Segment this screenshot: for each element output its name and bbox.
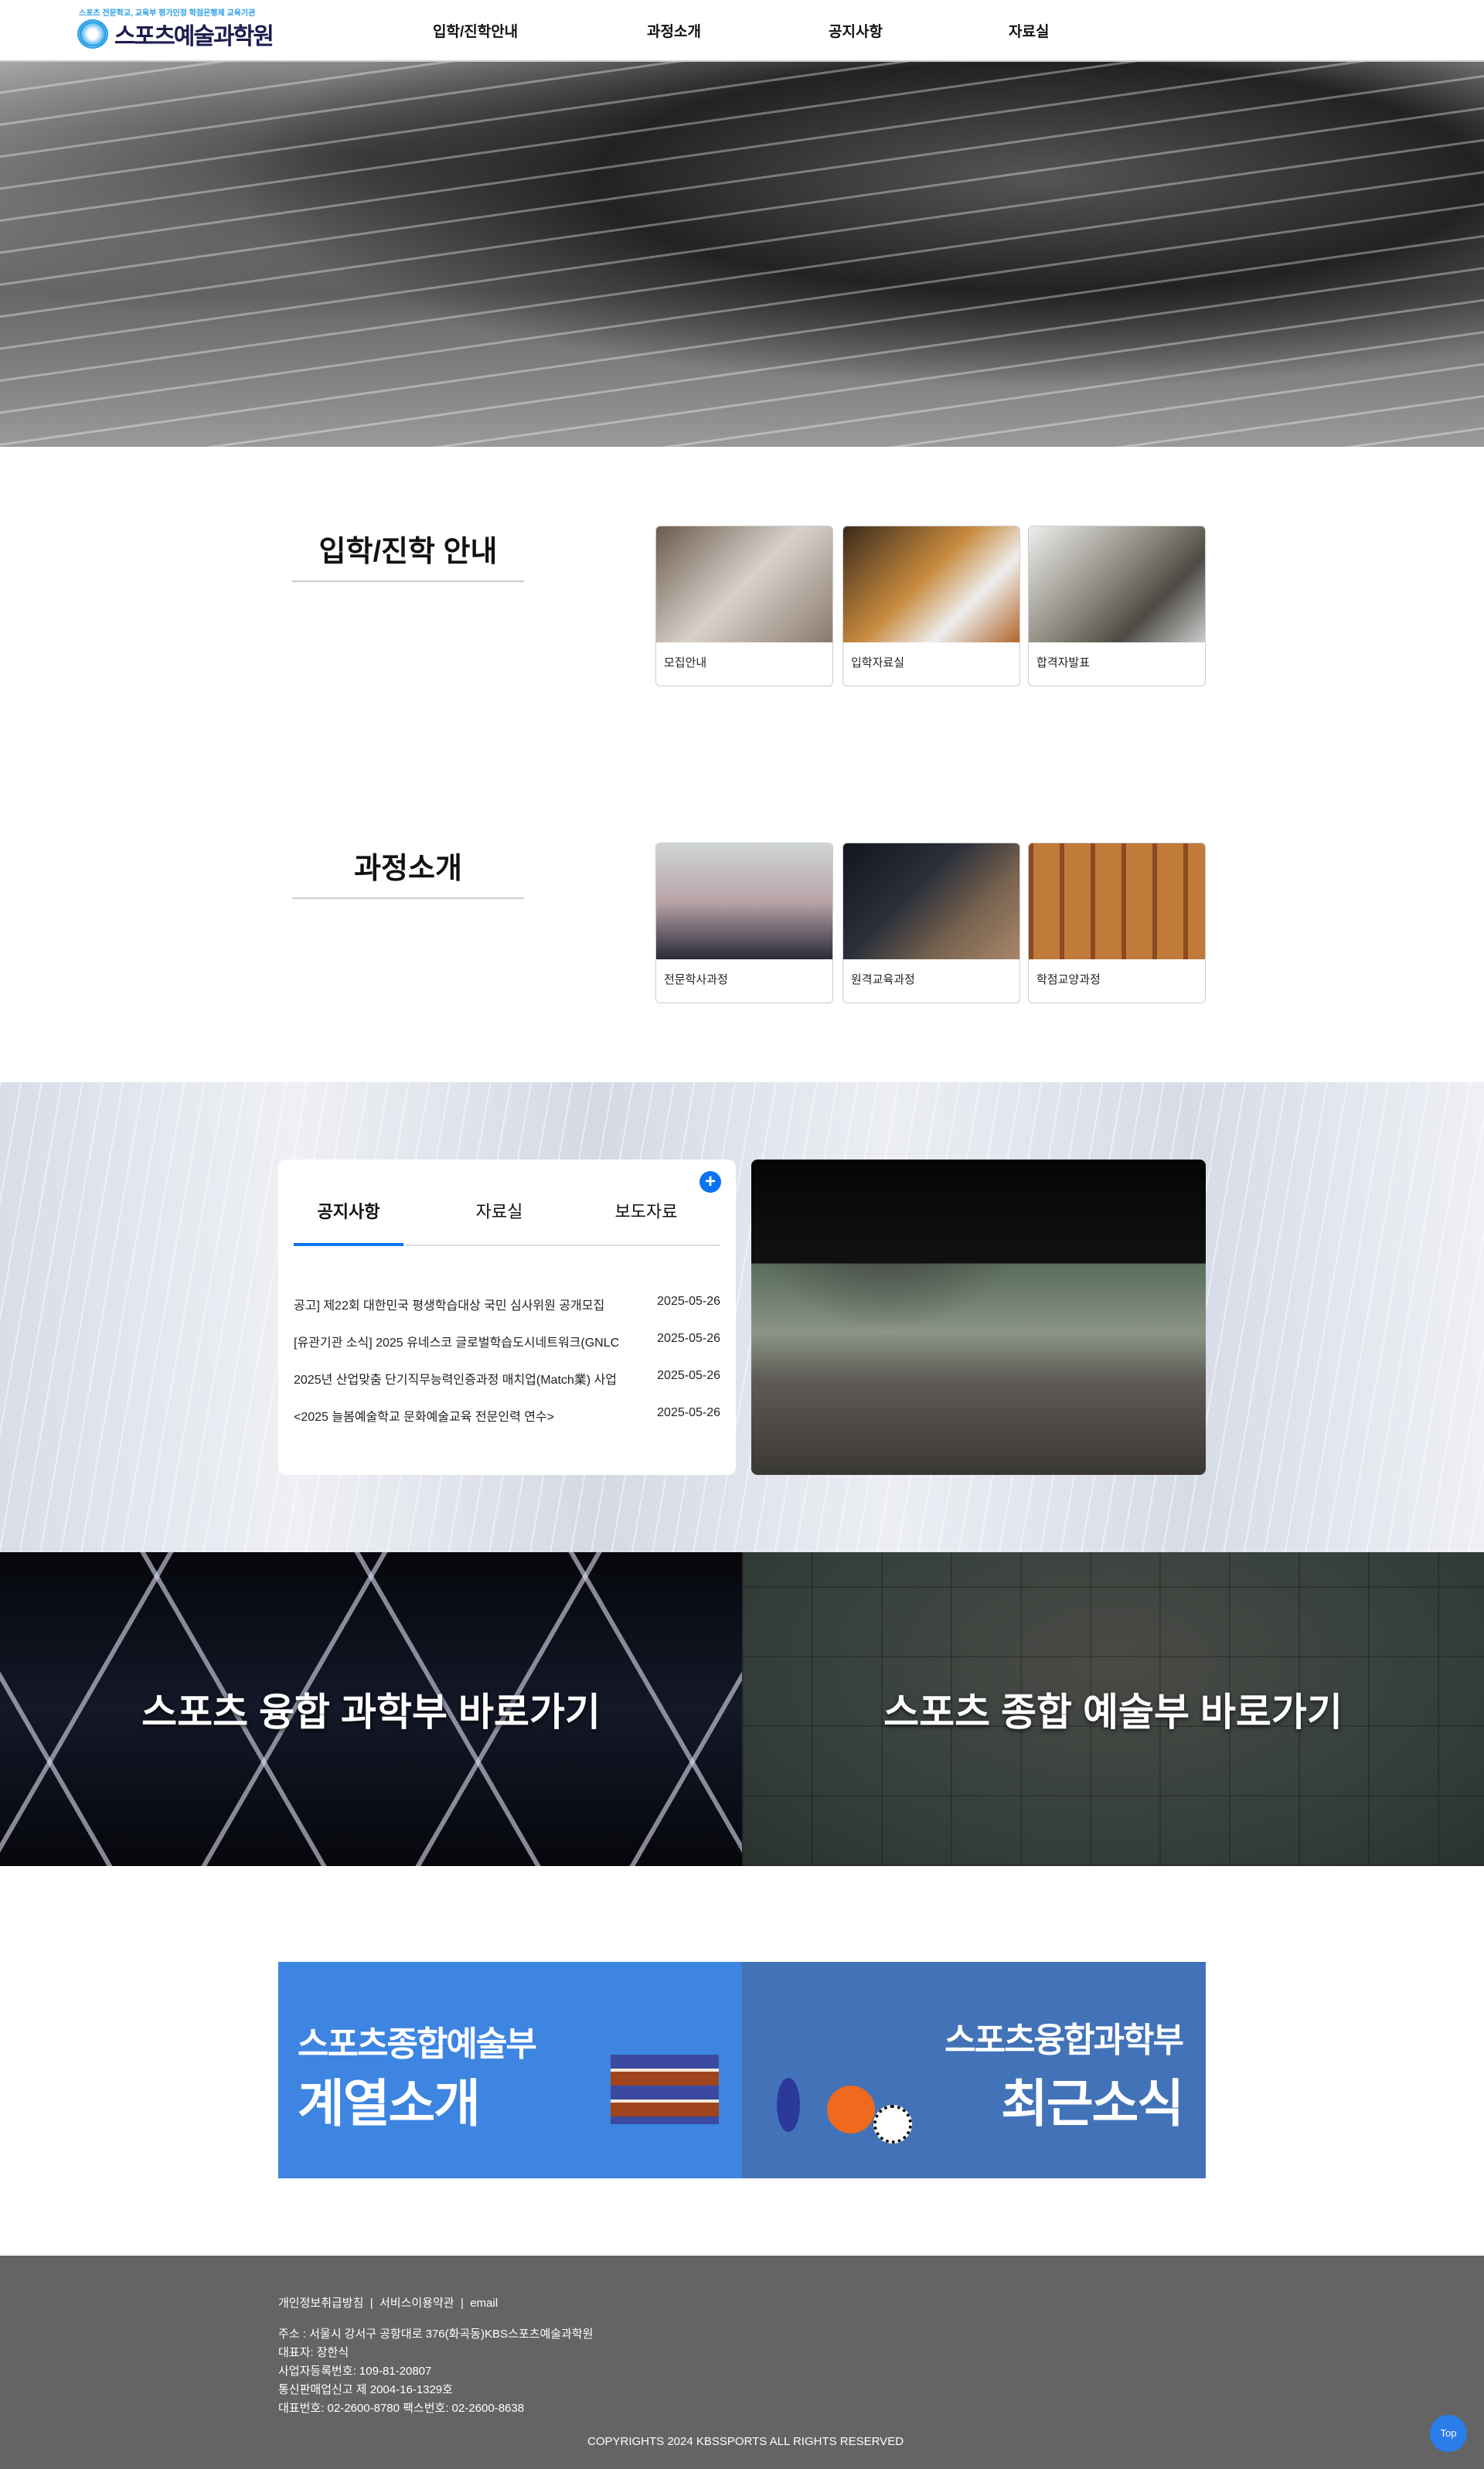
card-label: 합격자발표	[1036, 656, 1091, 669]
card-image	[1029, 526, 1205, 642]
books-illustration-icon	[611, 2055, 719, 2124]
courses-title: 과정소개	[292, 844, 524, 899]
notice-row[interactable]: [유관기관 소식] 2025 유네스코 글로벌학습도시네트워크(GNLC).. 2…	[294, 1332, 720, 1350]
shortcut-label: 스포츠 종합 예술부 바로가기	[883, 1691, 1343, 1734]
card-results[interactable]: 합격자발표	[1028, 526, 1206, 686]
promo-line2: 계열소개	[298, 2075, 481, 2132]
notice-date: 2025-05-26	[657, 1332, 720, 1345]
card-label: 전문학사과정	[664, 973, 728, 986]
admission-title: 입학/진학 안내	[292, 527, 524, 582]
card-label: 학점교양과정	[1036, 973, 1101, 986]
nav-notice[interactable]: 공지사항	[829, 20, 883, 41]
promo-line2: 최근소식	[1001, 2075, 1184, 2132]
more-plus-button[interactable]: +	[699, 1171, 721, 1193]
terms-link[interactable]: 서비스이용약관	[380, 2297, 454, 2310]
tab-press[interactable]: 보도자료	[591, 1198, 701, 1223]
science-dept-news-banner[interactable]: 스포츠융합과학부 최근소식	[742, 1962, 1206, 2178]
card-credit-courses[interactable]: 학점교양과정	[1028, 843, 1206, 1003]
card-label: 입학자료실	[851, 656, 905, 669]
logo-name: 스포츠예술과학원	[114, 24, 274, 49]
dumbbell-icon	[777, 2078, 800, 2132]
card-image	[1029, 843, 1205, 959]
logo-subtitle: 스포츠 전문학교, 교육부 평가인정 학점은행제 교육기관	[79, 9, 256, 18]
notice-title[interactable]: [유관기관 소식] 2025 유네스코 글로벌학습도시네트워크(GNLC)..	[294, 1332, 618, 1350]
notice-title[interactable]: 공고] 제22회 대한민국 평생학습대상 국민 심사위원 공개모집	[294, 1295, 604, 1313]
card-image	[843, 526, 1019, 642]
footer-phone: 대표번호: 02-2600-8780 팩스번호: 02-2600-8638	[278, 2402, 525, 2415]
shortcut-label: 스포츠 융합 과학부 바로가기	[141, 1691, 601, 1734]
notice-title[interactable]: 2025년 산업맞춤 단기직무능력인증과정 매치업(Match業) 사업 ..	[294, 1369, 618, 1388]
card-label: 원격교육과정	[851, 973, 915, 986]
footer-business-number: 사업자등록번호: 109-81-20807	[278, 2365, 432, 2378]
footer-address: 주소 : 서울시 강서구 공항대로 376(화곡동)KBS스포츠예술과학원	[278, 2328, 594, 2341]
nav-courses[interactable]: 과정소개	[647, 20, 701, 41]
site-header: 스포츠 전문학교, 교육부 평가인정 학점은행제 교육기관 스포츠예술과학원 입…	[0, 0, 1484, 62]
soccer-ball-icon	[873, 2105, 912, 2144]
dance-photo	[751, 1160, 1206, 1475]
basketball-icon	[827, 2086, 875, 2134]
card-image	[656, 843, 832, 959]
separator: |	[369, 2297, 373, 2310]
notice-date: 2025-05-26	[657, 1295, 720, 1308]
nav-archive[interactable]: 자료실	[1009, 20, 1049, 41]
science-dept-shortcut[interactable]: 스포츠 융합 과학부 바로가기	[0, 1552, 742, 1866]
promo-line1: 스포츠종합예술부	[298, 2025, 537, 2063]
arts-dept-shortcut[interactable]: 스포츠 종합 예술부 바로가기	[742, 1552, 1484, 1866]
logo[interactable]: 스포츠 전문학교, 교육부 평가인정 학점은행제 교육기관 스포츠예술과학원	[77, 6, 274, 53]
card-associate-degree[interactable]: 전문학사과정	[655, 843, 833, 1003]
notice-row[interactable]: 공고] 제22회 대한민국 평생학습대상 국민 심사위원 공개모집 2025-05…	[294, 1295, 720, 1313]
nav-admission[interactable]: 입학/진학안내	[433, 20, 518, 41]
card-admission-materials[interactable]: 입학자료실	[842, 526, 1020, 686]
copyright: COPYRIGHTS 2024 KBSSPORTS ALL RIGHTS RES…	[587, 2435, 904, 2448]
notice-section-background	[0, 1082, 1484, 1552]
promo-line1: 스포츠융합과학부	[945, 2021, 1184, 2059]
privacy-policy-link[interactable]: 개인정보취급방침	[278, 2297, 363, 2310]
card-recruitment[interactable]: 모집안내	[655, 526, 833, 686]
tab-notice[interactable]: 공지사항	[294, 1198, 403, 1223]
site-footer: 개인정보취급방침 | 서비스이용약관 | email 주소 : 서울시 강서구 …	[0, 2256, 1484, 2469]
footer-mail-order: 통신판매업신고 제 2004-16-1329호	[278, 2383, 453, 2396]
card-remote-education[interactable]: 원격교육과정	[842, 843, 1020, 1003]
email-link[interactable]: email	[470, 2297, 498, 2310]
arts-dept-intro-banner[interactable]: 스포츠종합예술부 계열소개	[278, 1962, 742, 2178]
tab-archive[interactable]: 자료실	[444, 1198, 554, 1223]
scroll-top-button[interactable]: Top	[1430, 2415, 1467, 2452]
notice-board: 공지사항 자료실 보도자료 + 공고] 제22회 대한민국 평생학습대상 국민 …	[278, 1160, 736, 1475]
footer-ceo: 대표자: 장한식	[278, 2346, 349, 2359]
notice-date: 2025-05-26	[657, 1369, 720, 1382]
notice-row[interactable]: <2025 늘봄예술학교 문화예술교육 전문인력 연수> 2025-05-26	[294, 1406, 720, 1425]
notice-row[interactable]: 2025년 산업맞춤 단기직무능력인증과정 매치업(Match業) 사업 .. 2…	[294, 1369, 720, 1388]
active-tab-indicator	[294, 1243, 403, 1246]
notice-date: 2025-05-26	[657, 1406, 720, 1419]
card-label: 모집안내	[664, 656, 707, 669]
card-image	[843, 843, 1019, 959]
notice-title[interactable]: <2025 늘봄예술학교 문화예술교육 전문인력 연수>	[294, 1406, 554, 1425]
card-image	[656, 526, 832, 642]
logo-emblem-icon	[77, 19, 108, 49]
separator: |	[460, 2297, 464, 2310]
hero-banner-image	[0, 62, 1484, 447]
